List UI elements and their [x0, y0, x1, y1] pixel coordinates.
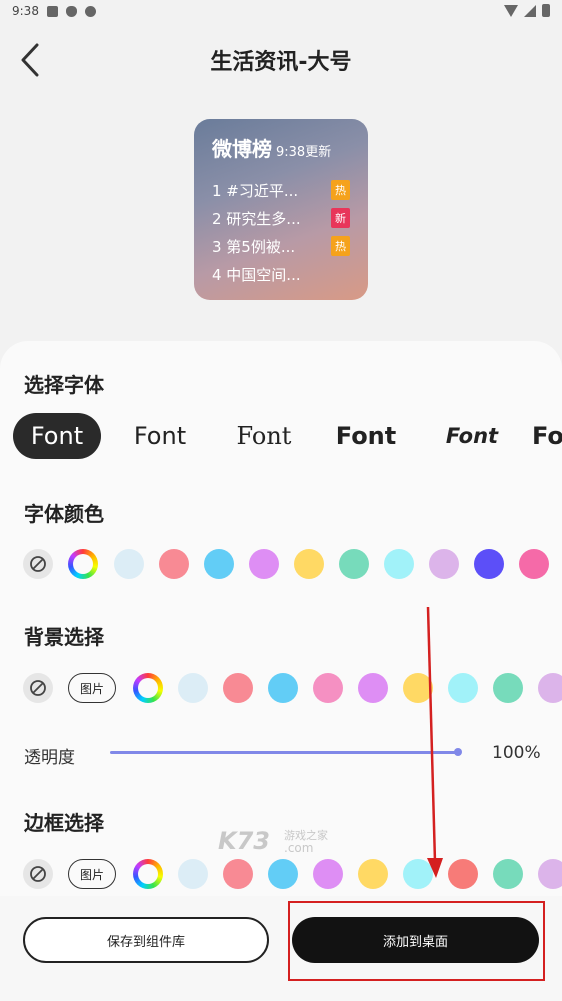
shield-icon	[65, 5, 77, 17]
border-color-swatch[interactable]	[493, 859, 523, 889]
font-option-5[interactable]: Font	[436, 413, 508, 459]
border-section-title: 边框选择	[24, 811, 104, 835]
font-color-swatch[interactable]	[519, 549, 549, 579]
background-color-swatch[interactable]	[493, 673, 523, 703]
font-color-swatch[interactable]	[474, 549, 504, 579]
wifi-icon	[504, 4, 518, 17]
watermark-logo: K73 游戏之家 .com	[218, 827, 328, 855]
background-color-swatch[interactable]	[313, 673, 343, 703]
border-color-swatch[interactable]	[313, 859, 343, 889]
opacity-slider-thumb[interactable]	[454, 748, 462, 756]
widget-list-item: 2 研究生多... 新	[212, 204, 350, 232]
font-option-6[interactable]: Fo	[532, 413, 562, 459]
border-image-button[interactable]: 图片	[68, 859, 116, 889]
background-color-swatch[interactable]	[358, 673, 388, 703]
font-color-swatch[interactable]	[384, 549, 414, 579]
save-to-library-button[interactable]: 保存到组件库	[23, 917, 269, 963]
font-color-section-title: 字体颜色	[24, 502, 104, 526]
border-color-swatch[interactable]	[268, 859, 298, 889]
font-color-swatch[interactable]	[429, 549, 459, 579]
font-color-swatch[interactable]	[114, 549, 144, 579]
border-color-swatch[interactable]	[358, 859, 388, 889]
background-color-swatch[interactable]	[268, 673, 298, 703]
font-option-1[interactable]: Font	[13, 413, 101, 459]
color-wheel-button[interactable]	[133, 673, 163, 703]
border-color-swatch[interactable]	[538, 859, 562, 889]
hot-tag: 热	[331, 180, 350, 200]
no-color-button[interactable]	[23, 549, 53, 579]
background-color-swatch[interactable]	[403, 673, 433, 703]
font-option-2[interactable]: Font	[122, 413, 198, 459]
background-color-swatch[interactable]	[223, 673, 253, 703]
font-option-4[interactable]: Font	[330, 413, 402, 459]
cellular-signal-icon	[524, 4, 536, 17]
font-color-swatch[interactable]	[339, 549, 369, 579]
widget-list-item: 4 中国空间...	[212, 265, 301, 284]
font-option-3[interactable]: Font	[230, 413, 298, 459]
no-color-icon	[30, 866, 46, 882]
new-tag: 新	[331, 208, 350, 228]
border-color-swatch[interactable]	[448, 859, 478, 889]
font-color-swatch[interactable]	[159, 549, 189, 579]
color-wheel-button[interactable]	[133, 859, 163, 889]
background-section-title: 背景选择	[24, 625, 104, 649]
color-wheel-button[interactable]	[68, 549, 98, 579]
widget-list-item: 1 #习近平... 热	[212, 176, 350, 204]
font-color-swatch[interactable]	[294, 549, 324, 579]
opacity-value: 100%	[492, 743, 541, 763]
font-section-title: 选择字体	[24, 373, 104, 397]
opacity-label: 透明度	[24, 748, 75, 768]
font-color-swatch[interactable]	[249, 549, 279, 579]
font-selector: Font Font Font Font Font Fo	[12, 413, 562, 461]
highlight-box	[288, 901, 545, 981]
background-color-row: 图片	[0, 673, 562, 707]
customization-sheet: 选择字体 Font Font Font Font Font Fo 字体颜色 背景…	[0, 341, 562, 896]
notification-icon	[46, 5, 58, 17]
background-image-button[interactable]: 图片	[68, 673, 116, 703]
border-color-swatch[interactable]	[178, 859, 208, 889]
font-color-row	[0, 549, 562, 583]
widget-update-time: 9:38更新	[276, 145, 332, 160]
background-color-swatch[interactable]	[538, 673, 562, 703]
status-bar: 9:38	[0, 0, 562, 22]
widget-title: 微博榜	[212, 137, 272, 161]
font-color-swatch[interactable]	[204, 549, 234, 579]
no-border-button[interactable]	[23, 859, 53, 889]
opacity-slider[interactable]	[110, 751, 458, 754]
no-background-button[interactable]	[23, 673, 53, 703]
border-color-swatch[interactable]	[403, 859, 433, 889]
widget-list-item: 3 第5例被... 热	[212, 232, 350, 260]
status-time: 9:38	[12, 4, 39, 18]
hot-tag: 热	[331, 236, 350, 256]
no-color-icon	[30, 680, 46, 696]
page-title: 生活资讯-大号	[210, 50, 352, 75]
battery-icon	[542, 4, 550, 17]
no-color-icon	[30, 556, 46, 572]
background-color-swatch[interactable]	[178, 673, 208, 703]
top-bar: 生活资讯-大号	[0, 36, 562, 84]
border-color-row: 图片	[0, 859, 562, 893]
settings-icon	[84, 5, 96, 17]
border-color-swatch[interactable]	[223, 859, 253, 889]
widget-preview: 微博榜 9:38更新 1 #习近平... 热 2 研究生多... 新 3 第5例…	[194, 119, 368, 300]
background-color-swatch[interactable]	[448, 673, 478, 703]
